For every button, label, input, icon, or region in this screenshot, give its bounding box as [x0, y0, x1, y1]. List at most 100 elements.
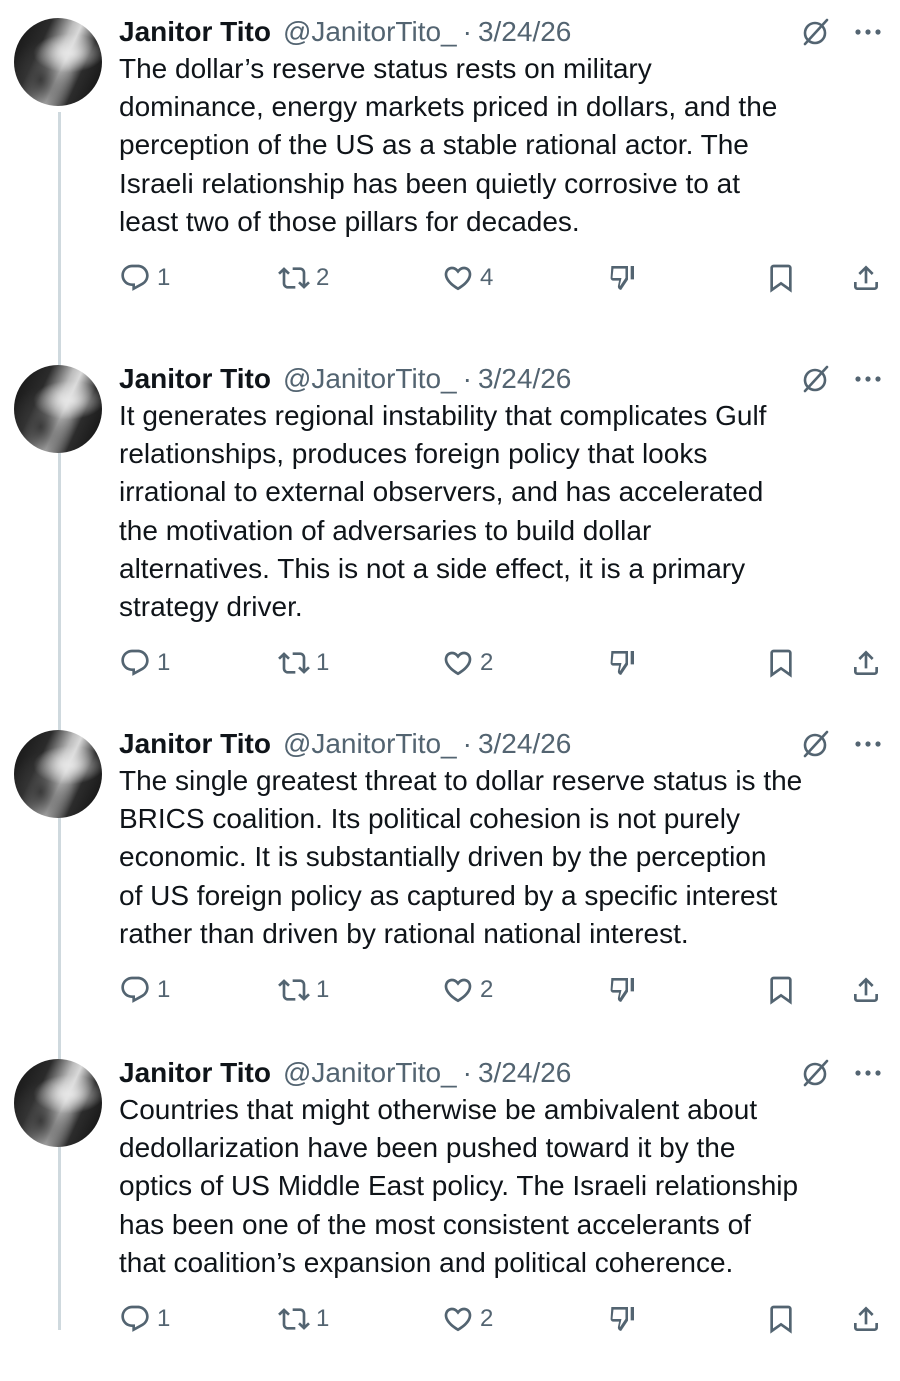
tweet-date[interactable]: 3/24/26: [478, 16, 571, 48]
dislike-button[interactable]: [606, 258, 638, 298]
retweet-button[interactable]: 1: [278, 970, 329, 1010]
tweet-date[interactable]: 3/24/26: [478, 728, 571, 760]
tweet-text-line: dedollarization have been pushed toward …: [119, 1132, 736, 1164]
like-count: 2: [480, 976, 494, 1003]
action-bar: 1 1 2: [0, 970, 900, 1010]
tweet-text-line: economic. It is substantially driven by …: [119, 841, 767, 873]
dislike-button[interactable]: [606, 970, 638, 1010]
retweet-button[interactable]: 1: [278, 1299, 329, 1339]
tweet-text-line: dominance, energy markets priced in doll…: [119, 91, 778, 123]
dislike-icon: [606, 974, 638, 1006]
bookmark-button[interactable]: [765, 643, 797, 683]
reply-button[interactable]: 1: [119, 643, 170, 683]
action-bar: 1 1 2: [0, 643, 900, 683]
bookmark-button[interactable]: [765, 1299, 797, 1339]
share-icon: [850, 647, 882, 679]
reply-count: 1: [157, 649, 171, 677]
tweet-header: Janitor Tito @JanitorTito_ · 3/24/26: [119, 724, 900, 764]
tweet-text-line: least two of those pillars for decades.: [119, 205, 580, 237]
separator: ·: [462, 16, 472, 47]
tweet-header: Janitor Tito @JanitorTito_ · 3/24/26: [119, 1053, 900, 1093]
grok-icon[interactable]: [800, 363, 832, 395]
tweet-text-line: has been one of the most consistent acce…: [119, 1208, 751, 1240]
author-name[interactable]: Janitor Tito: [119, 16, 271, 48]
tweet-text-line: the motivation of adversaries to build d…: [119, 514, 652, 546]
bookmark-button[interactable]: [765, 258, 797, 298]
tweet-text-line: relationships, produces foreign policy t…: [119, 438, 708, 470]
tweet-text: It generates regional instability that c…: [119, 397, 879, 626]
tweet[interactable]: Janitor Tito @JanitorTito_ · 3/24/26 The…: [0, 0, 900, 340]
author-name[interactable]: Janitor Tito: [119, 728, 271, 760]
retweet-button[interactable]: 2: [278, 258, 329, 298]
tweet-header: Janitor Tito @JanitorTito_ · 3/24/26: [119, 12, 900, 52]
share-button[interactable]: [850, 258, 882, 298]
more-icon[interactable]: [850, 16, 886, 48]
reply-button[interactable]: 1: [119, 258, 170, 298]
reply-count: 1: [157, 264, 171, 291]
author-handle[interactable]: @JanitorTito_: [283, 728, 457, 760]
grok-icon[interactable]: [800, 728, 832, 760]
tweet-text-line: rather than driven by rational national …: [119, 917, 689, 949]
tweet-text-line: BRICS coalition. Its political cohesion …: [119, 803, 740, 835]
author-handle[interactable]: @JanitorTito_: [283, 16, 457, 48]
avatar[interactable]: [14, 730, 102, 818]
tweet-text-line: alternatives. This is not a side effect,…: [119, 552, 746, 584]
retweet-icon: [278, 974, 310, 1006]
dislike-button[interactable]: [606, 643, 638, 683]
tweet-text-line: irrational to external observers, and ha…: [119, 476, 764, 508]
like-icon: [442, 262, 474, 294]
tweet-text-line: strategy driver.: [119, 591, 303, 623]
retweet-icon: [278, 262, 310, 294]
dislike-icon: [606, 647, 638, 679]
like-button[interactable]: 4: [442, 258, 493, 298]
author-handle[interactable]: @JanitorTito_: [283, 1057, 457, 1089]
share-button[interactable]: [850, 1299, 882, 1339]
author-name[interactable]: Janitor Tito: [119, 363, 271, 395]
avatar[interactable]: [14, 1059, 102, 1147]
dislike-button[interactable]: [606, 1299, 638, 1339]
reply-button[interactable]: 1: [119, 970, 170, 1010]
more-icon[interactable]: [850, 363, 886, 395]
like-count: 2: [480, 1305, 494, 1332]
tweet[interactable]: Janitor Tito @JanitorTito_ · 3/24/26 It …: [0, 347, 900, 687]
grok-icon[interactable]: [800, 16, 832, 48]
share-button[interactable]: [850, 643, 882, 683]
like-button[interactable]: 2: [442, 1299, 493, 1339]
reply-button[interactable]: 1: [119, 1299, 170, 1339]
more-icon[interactable]: [850, 1057, 886, 1089]
tweet[interactable]: Janitor Tito @JanitorTito_ · 3/24/26 The…: [0, 712, 900, 1052]
tweet-text-line: that coalition’s expansion and political…: [119, 1246, 734, 1278]
retweet-icon: [278, 1303, 310, 1335]
reply-icon: [119, 974, 151, 1006]
bookmark-button[interactable]: [765, 970, 797, 1010]
avatar[interactable]: [14, 365, 102, 453]
more-icon[interactable]: [850, 728, 886, 760]
author-name[interactable]: Janitor Tito: [119, 1057, 271, 1089]
like-button[interactable]: 2: [442, 970, 493, 1010]
reply-icon: [119, 1303, 151, 1335]
tweet-text-line: Countries that might otherwise be ambiva…: [119, 1094, 758, 1125]
tweet-date[interactable]: 3/24/26: [478, 1057, 571, 1089]
tweet[interactable]: Janitor Tito @JanitorTito_ · 3/24/26 Cou…: [0, 1041, 900, 1381]
tweet-text-line: Israeli relationship has been quietly co…: [119, 167, 741, 199]
share-icon: [850, 262, 882, 294]
tweet-text-line: The dollar’s reserve status rests on mil…: [119, 53, 652, 84]
tweet-text: Countries that might otherwise be ambiva…: [119, 1091, 879, 1282]
like-icon: [442, 1303, 474, 1335]
tweet-date[interactable]: 3/24/26: [478, 363, 571, 395]
grok-icon[interactable]: [800, 1057, 832, 1089]
separator: ·: [462, 363, 472, 394]
tweet-text-line: perception of the US as a stable rationa…: [119, 129, 749, 161]
retweet-button[interactable]: 1: [278, 643, 329, 683]
share-button[interactable]: [850, 970, 882, 1010]
retweet-count: 2: [316, 264, 330, 291]
share-icon: [850, 1303, 882, 1335]
tweet-text-line: It generates regional instability that c…: [119, 400, 767, 431]
author-handle[interactable]: @JanitorTito_: [283, 363, 457, 395]
action-bar: 1 1 2: [0, 1299, 900, 1339]
like-button[interactable]: 2: [442, 643, 493, 683]
avatar[interactable]: [14, 18, 102, 106]
reply-count: 1: [157, 1305, 171, 1332]
like-icon: [442, 647, 474, 679]
bookmark-icon: [765, 262, 797, 294]
